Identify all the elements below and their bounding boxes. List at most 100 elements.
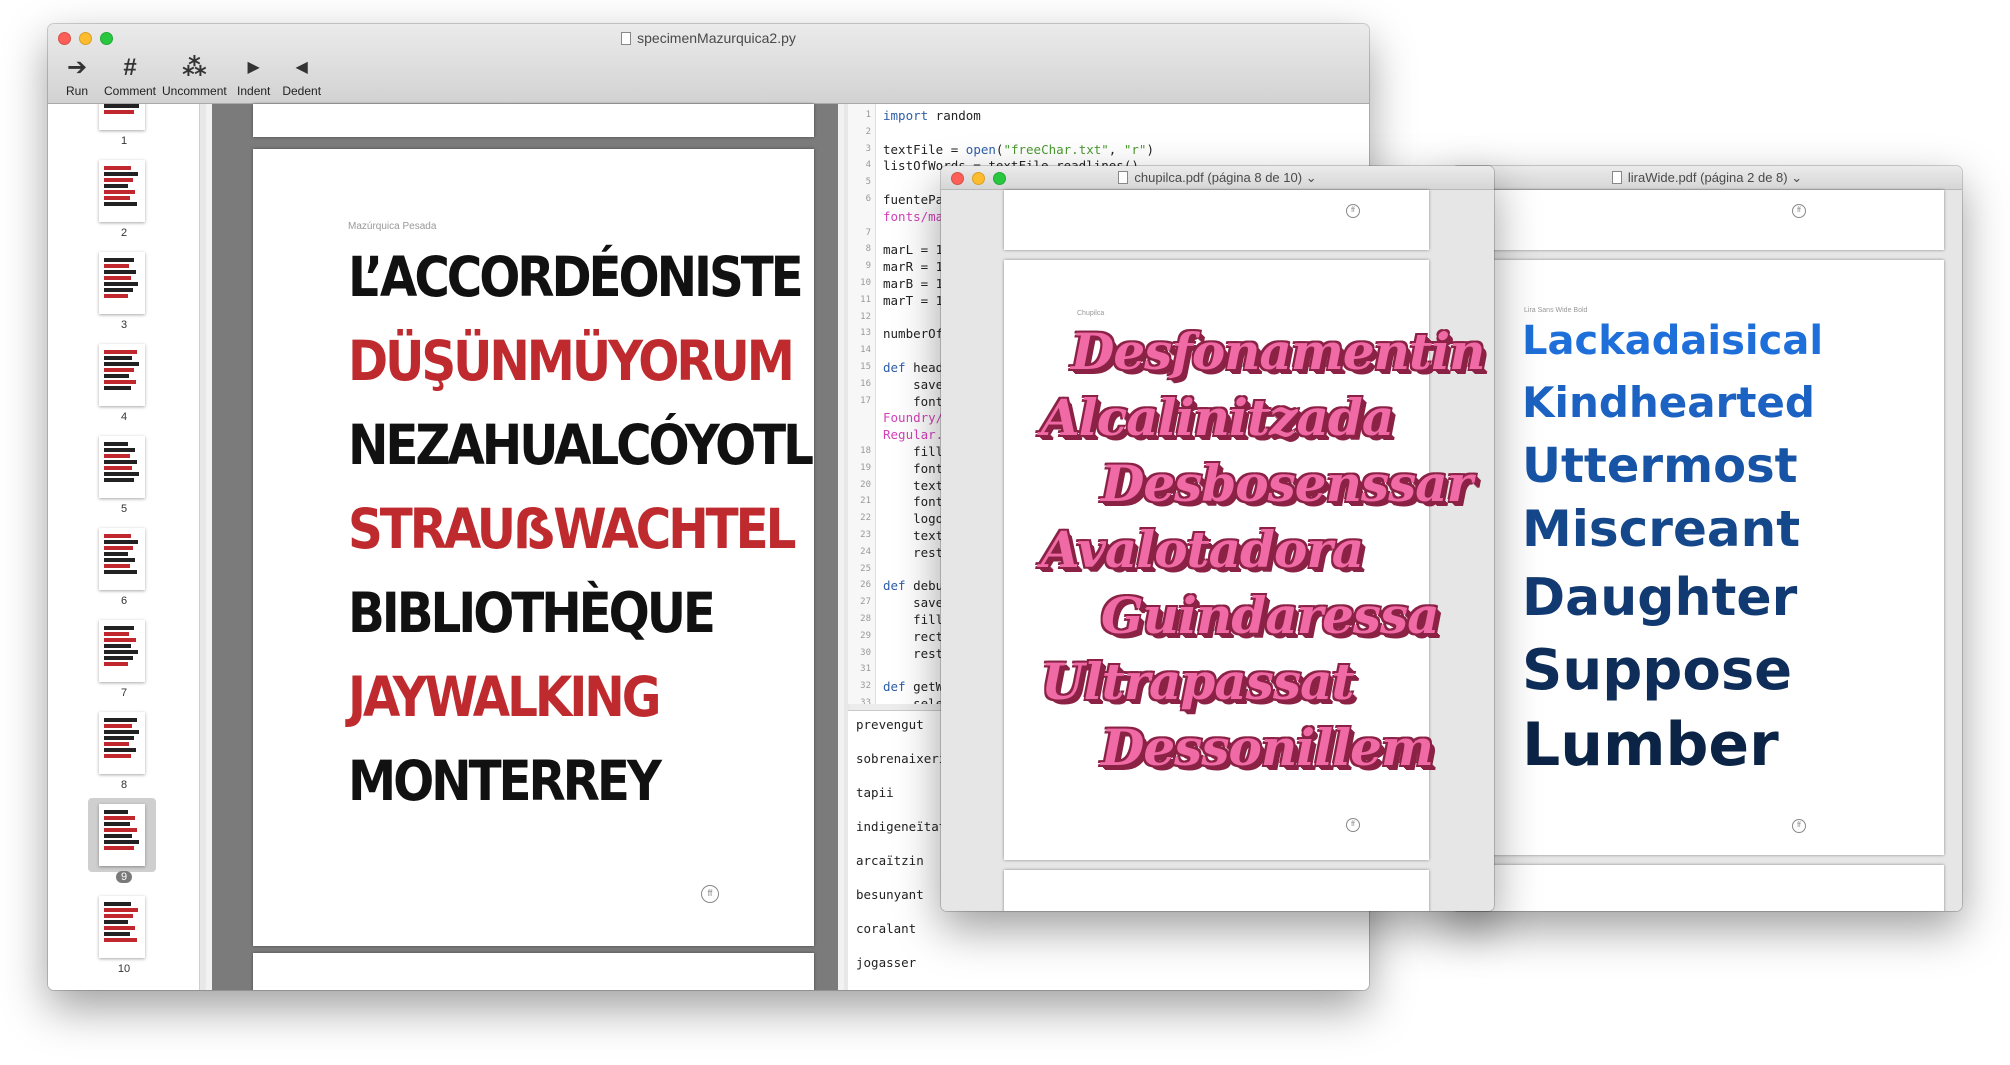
thumbnail-image [99, 252, 145, 314]
page-thumbnail-1[interactable]: 1 [48, 104, 199, 160]
chupilca-word: Dessonillem [1101, 718, 1434, 777]
code-line: textFile = open("freeChar.txt", "r") [883, 141, 1154, 157]
lira-label: Lira Sans Wide Bold [1524, 307, 1588, 314]
chupilca-pdf-window: chupilca.pdf (página 8 de 10) ⌄ ff Chupi… [941, 166, 1494, 911]
lira-previous-page: ff [1472, 190, 1944, 250]
specimen-word: L’ACCORDÉONISTE [348, 245, 804, 309]
run-button[interactable]: ➔ Run [56, 54, 98, 98]
line-number: 10 [860, 278, 871, 288]
toolbar-button-label: Uncomment [162, 84, 227, 98]
next-page [253, 953, 814, 990]
chupilca-pdf-canvas[interactable]: ff Chupilca ff Desfonamentin Alcalinitzad… [941, 190, 1494, 911]
line-number: 25 [860, 563, 871, 574]
specimen-page: Mazúrquica Pesada L’ACCORDÉONISTE DÜŞÜNMÜ… [253, 149, 814, 946]
line-number: 19 [860, 462, 871, 473]
chupilca-word: Avalotadora [1041, 520, 1364, 579]
chupilca-titlebar: chupilca.pdf (página 8 de 10) ⌄ [941, 166, 1494, 190]
toolbar-button-label: Comment [104, 84, 157, 98]
code-line: text [883, 477, 944, 493]
page-thumbnails-sidebar[interactable]: 1 2 3 4 5 6 7 8 9 10 [48, 104, 200, 990]
chupilca-previous-page: ff [1004, 190, 1429, 250]
page-thumbnail-9[interactable]: 9 [48, 798, 199, 896]
thumbnail-image [99, 528, 145, 590]
lira-word: Lumber [1522, 710, 1779, 780]
code-line: fill [883, 612, 944, 627]
chupilca-word: Desfonamentin [1071, 322, 1485, 381]
line-number: 7 [865, 227, 871, 238]
thumbnail-image [99, 344, 145, 406]
line-number: 21 [860, 496, 871, 507]
uncomment-hash-icon: ⁂ [182, 54, 207, 81]
code-line: marB = 1 [883, 276, 944, 291]
thumbnail-page-number: 1 [120, 135, 128, 147]
specimen-word: MONTERREY [348, 749, 662, 813]
lira-next-page [1472, 865, 1944, 911]
lira-window-title: liraWide.pdf (página 2 de 8) ⌄ [1452, 170, 1962, 186]
lira-titlebar: liraWide.pdf (página 2 de 8) ⌄ [1452, 166, 1962, 190]
specimen-word: STRAUẞWACHTEL [348, 497, 796, 561]
lira-word: Suppose [1522, 638, 1793, 703]
code-line: fill [883, 444, 944, 459]
chupilca-word: Ultrapassat [1041, 652, 1355, 711]
code-line: font [883, 494, 944, 510]
specimen-word: JAYWALKING [348, 665, 661, 729]
page-thumbnail-4[interactable]: 4 [48, 344, 199, 436]
chupilca-next-page [1004, 870, 1429, 911]
page-thumbnail-3[interactable]: 3 [48, 252, 199, 344]
page-thumbnail-7[interactable]: 7 [48, 620, 199, 712]
line-number: 16 [860, 378, 871, 389]
output-line: jogasser [856, 955, 917, 970]
code-line: rest [883, 645, 944, 661]
lira-specimen-page: Lira Sans Wide Bold Lackadaisical Kindhea… [1472, 260, 1944, 855]
line-number: 11 [860, 294, 871, 305]
code-line: fuentePa [883, 192, 944, 207]
line-number: 2 [865, 126, 871, 137]
window-title: specimenMazurquica2.py [48, 30, 1369, 46]
output-line: sobrenaixerí [856, 751, 947, 766]
comment-button[interactable]: # Comment [104, 54, 156, 98]
output-line: indigeneïtat [856, 819, 947, 834]
line-number: 3 [865, 143, 871, 154]
code-line: def head [883, 360, 944, 375]
page-thumbnail-10[interactable]: 10 [48, 896, 199, 988]
line-number: 9 [865, 261, 871, 272]
uncomment-button[interactable]: ⁂ Uncomment [162, 54, 227, 98]
lira-pdf-canvas[interactable]: ff Lira Sans Wide Bold Lackadaisical Kind… [1452, 190, 1962, 911]
dedent-triangle-icon: ◀ [295, 59, 308, 76]
thumbnail-page-number: 4 [120, 411, 128, 423]
code-line: marT = 1 [883, 292, 944, 308]
document-icon [621, 32, 632, 45]
chupilca-word: Guindaressa [1101, 586, 1440, 645]
line-number: 28 [860, 614, 871, 624]
specimen-word: BIBLIOTHÈQUE [348, 581, 716, 645]
line-number: 15 [860, 362, 871, 372]
code-line: rect [883, 628, 944, 644]
foundry-logo-icon: ff [1792, 204, 1806, 218]
line-number: 4 [865, 160, 871, 171]
thumbnail-page-number: 3 [120, 319, 128, 331]
page-thumbnail-5[interactable]: 5 [48, 436, 199, 528]
indent-button[interactable]: ▶ Indent [233, 54, 275, 98]
line-number: 30 [860, 647, 871, 658]
code-line: fonts/ma [883, 208, 944, 224]
line-number: 32 [860, 681, 871, 692]
dedent-button[interactable]: ◀ Dedent [281, 54, 323, 98]
pdf-preview-pane[interactable]: Mazúrquica Pesada L’ACCORDÉONISTE DÜŞÜNMÜ… [206, 104, 844, 990]
output-line: besunyant [856, 887, 924, 902]
line-number: 18 [860, 446, 871, 456]
code-line: text [883, 528, 944, 543]
line-number: 1 [865, 110, 871, 120]
line-number: 5 [865, 177, 871, 188]
page-thumbnail-2[interactable]: 2 [48, 160, 199, 252]
run-arrow-icon: ➔ [66, 54, 88, 81]
page-thumbnail-8[interactable]: 8 [48, 712, 199, 804]
indent-triangle-icon: ▶ [247, 59, 260, 76]
line-number: 33 [860, 698, 871, 704]
line-number: 26 [860, 580, 871, 591]
chupilca-word: Alcalinitzada [1041, 388, 1394, 447]
line-number: 22 [860, 513, 871, 524]
page-thumbnail-6[interactable]: 6 [48, 528, 199, 620]
line-number: 31 [860, 664, 871, 675]
thumbnail-image [99, 620, 145, 682]
line-number: 27 [860, 597, 871, 608]
